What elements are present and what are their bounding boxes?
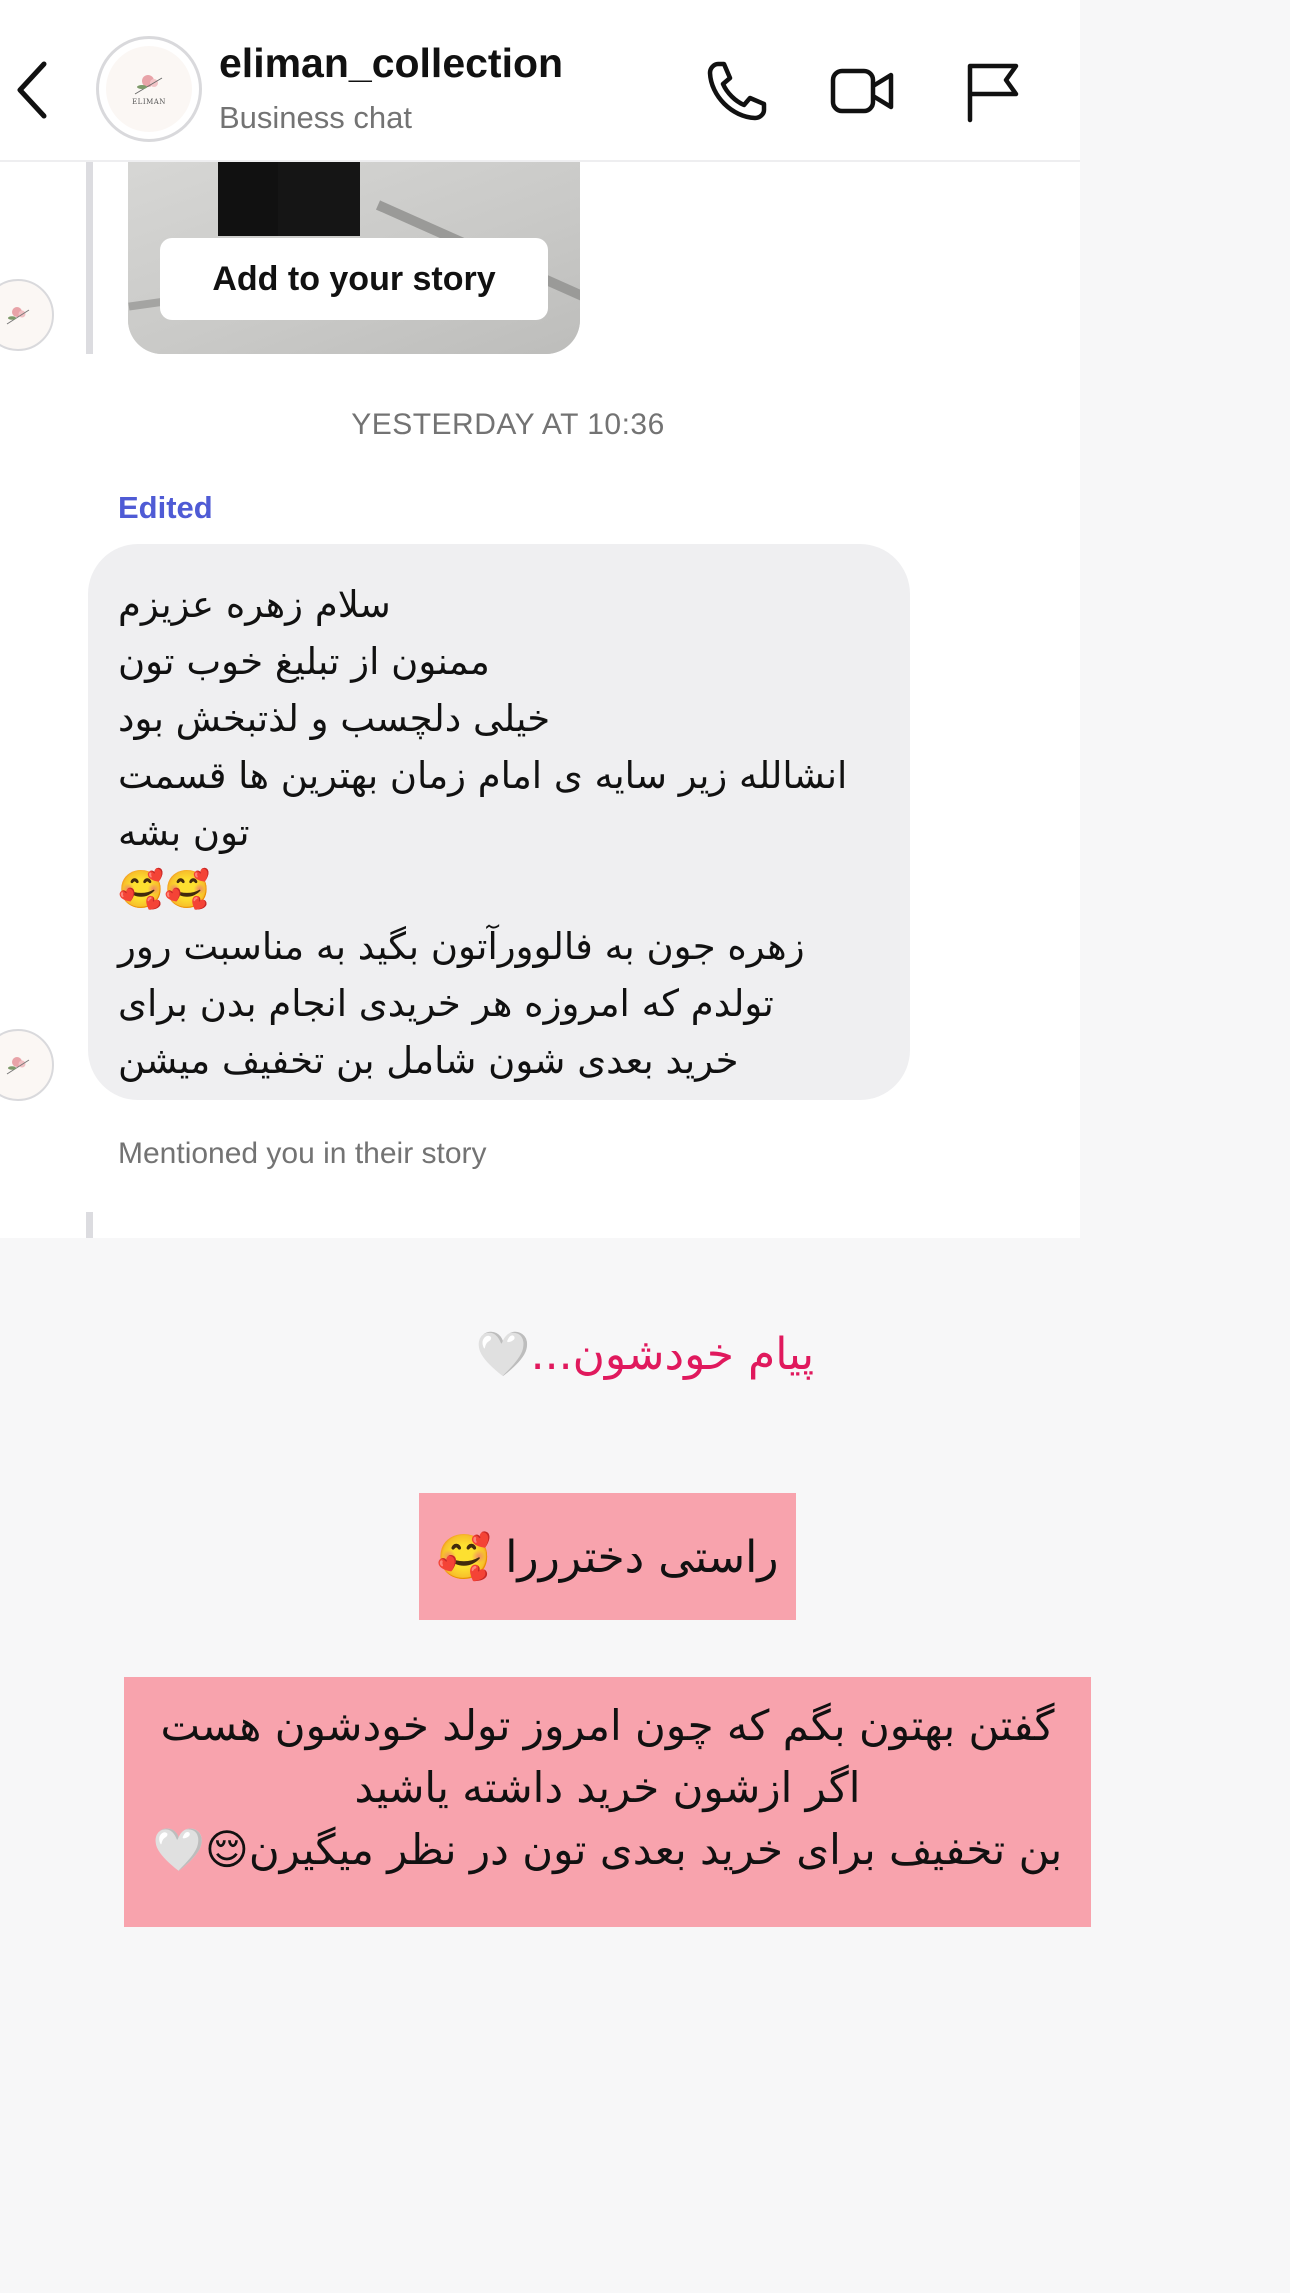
message-line: 🥰🥰 — [118, 868, 211, 911]
dm-screenshot: Add to your story ELIMAN eliman_collecti… — [0, 0, 1080, 1238]
story-reply-line — [86, 162, 93, 354]
flower-logo-icon — [6, 307, 30, 325]
message-line: زهره جون به فالوورآتون بگید به مناسبت رو… — [118, 925, 805, 968]
message-line: ممنون از تبلیغ خوب تون — [118, 640, 490, 683]
flower-logo-icon — [6, 1057, 30, 1075]
story-reply-line — [86, 1212, 93, 1238]
video-camera-icon — [830, 68, 894, 114]
flower-logo-icon — [134, 75, 163, 95]
sticker-line: بن تخفیف برای خرید بعدی تون در نظر میگیر… — [152, 1825, 1063, 1874]
add-to-story-button[interactable]: Add to your story — [160, 238, 548, 320]
text-sticker: گفتن بهتون بگم که چون امروز تولد خودشون … — [124, 1677, 1091, 1927]
message-line: خرید بعدی شون شامل بن تخفیف میشن — [118, 1039, 739, 1082]
flag-icon — [967, 63, 1019, 123]
chat-subtitle: Business chat — [219, 100, 412, 135]
back-chevron-icon — [17, 61, 47, 119]
profile-avatar[interactable]: ELIMAN — [96, 36, 202, 142]
story-preview-card[interactable]: Add to your story — [128, 140, 580, 354]
message-line: تون بشه — [118, 811, 250, 854]
sticker-line: گفتن بهتون بگم که چون امروز تولد خودشون … — [160, 1701, 1055, 1750]
sender-avatar[interactable] — [0, 1029, 54, 1101]
message-line: انشالله زیر سایه ی امام زمان بهترین ها ق… — [118, 754, 848, 797]
story-caption: پیام خودشون...🤍 — [475, 1329, 815, 1380]
message-line: خیلی دلچسب و لذتبخش بود — [118, 697, 551, 740]
phone-icon — [707, 61, 767, 121]
brand-logo: ELIMAN — [106, 46, 192, 132]
report-button[interactable] — [960, 58, 1026, 124]
back-button[interactable] — [10, 54, 70, 126]
message-bubble[interactable]: سلام زهره عزیزم ممنون از تبلیغ خوب تون خ… — [88, 544, 910, 1100]
screen: Add to your story ELIMAN eliman_collecti… — [0, 0, 1290, 2293]
chat-header: ELIMAN eliman_collection Business chat — [0, 0, 1080, 162]
text-sticker: راستی دخترررا 🥰 — [419, 1493, 796, 1620]
sticker-line: اگر ازشون خرید داشته یاشید — [354, 1763, 861, 1812]
message-line: سلام زهره عزیزم — [118, 583, 391, 626]
story-mention-label: Mentioned you in their story — [118, 1137, 487, 1170]
logo-text: ELIMAN — [132, 98, 166, 106]
message-line: تولدم که امروزه هر خریدی انجام بدن برای — [118, 982, 774, 1025]
sender-avatar[interactable] — [0, 279, 54, 351]
chat-username[interactable]: eliman_collection — [219, 40, 563, 87]
video-call-button[interactable] — [829, 58, 895, 124]
edited-label: Edited — [118, 490, 213, 525]
message-timestamp: YESTERDAY AT 10:36 — [351, 408, 665, 441]
audio-call-button[interactable] — [704, 58, 770, 124]
